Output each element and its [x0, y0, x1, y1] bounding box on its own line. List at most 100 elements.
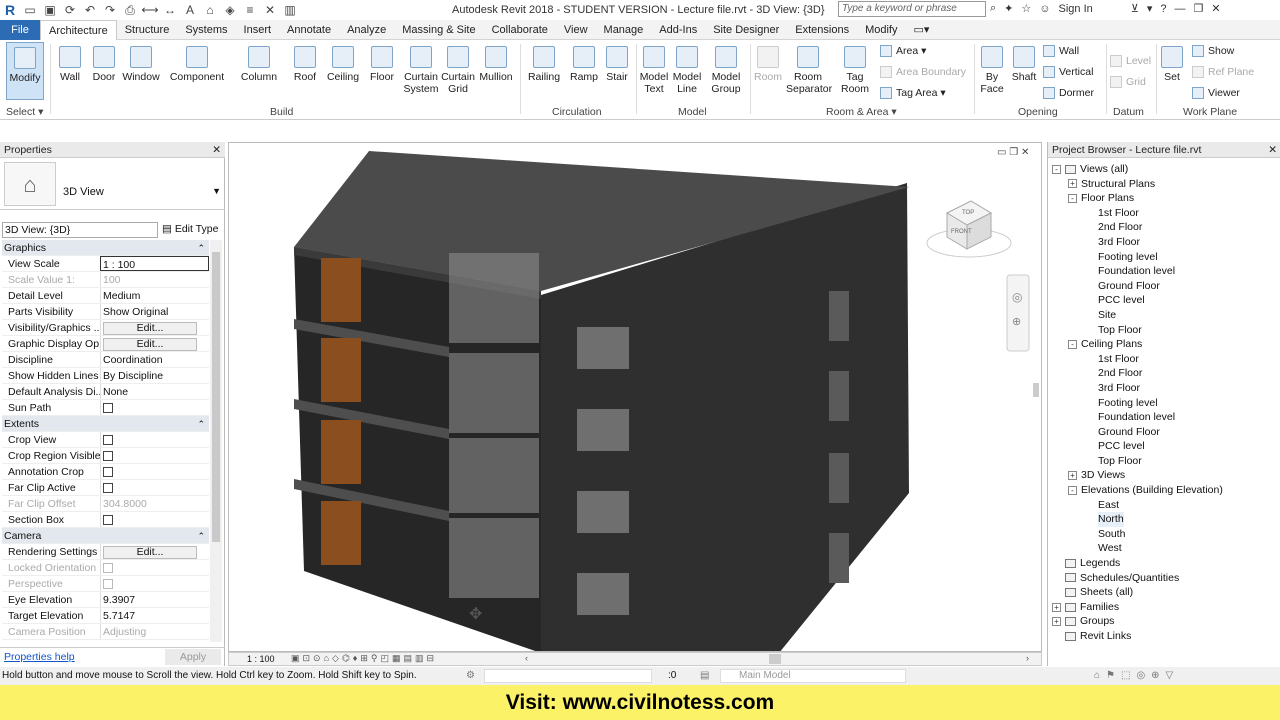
property-group[interactable]: Extents ⌃: [2, 416, 209, 432]
door-button[interactable]: Door: [88, 46, 120, 83]
edit-button[interactable]: Edit...: [103, 322, 197, 335]
property-value[interactable]: Edit...: [100, 336, 209, 351]
property-value[interactable]: [100, 480, 209, 495]
browser-node[interactable]: 1st Floor: [1052, 352, 1280, 367]
room-button[interactable]: Room: [752, 46, 784, 83]
3d-view-canvas[interactable]: ✥ TOP FRONT ◎ ⊕ ▭ ❐ ✕: [228, 142, 1042, 653]
browser-node[interactable]: + Families: [1052, 600, 1280, 615]
browser-node[interactable]: Sheets (all): [1052, 585, 1280, 600]
shaft-button[interactable]: Shaft: [1008, 46, 1040, 83]
railing-button[interactable]: Railing: [524, 46, 564, 83]
collapse-icon[interactable]: -: [1068, 193, 1077, 203]
browser-node[interactable]: +3D Views: [1052, 468, 1280, 483]
scrollbar-thumb[interactable]: [212, 252, 220, 542]
browser-node[interactable]: 3rd Floor: [1052, 235, 1280, 250]
browser-node[interactable]: - Ceiling Plans: [1052, 337, 1280, 352]
browser-node[interactable]: - Floor Plans: [1052, 191, 1280, 206]
browser-node[interactable]: North: [1052, 512, 1280, 527]
room-area-panel-label[interactable]: Room & Area ▾: [826, 106, 897, 118]
save-icon[interactable]: ▣: [42, 3, 58, 17]
tab-annotate[interactable]: Annotate: [279, 20, 339, 40]
collapse-icon[interactable]: ⌃: [197, 240, 205, 255]
property-group[interactable]: Camera ⌃: [2, 528, 209, 544]
instance-selector[interactable]: 3D View: {3D}: [2, 222, 158, 238]
collapse-icon[interactable]: ⌃: [197, 416, 205, 431]
browser-node[interactable]: Ground Floor: [1052, 279, 1280, 294]
tab-collaborate[interactable]: Collaborate: [484, 20, 556, 40]
browser-node[interactable]: Legends: [1052, 556, 1280, 571]
property-checkbox[interactable]: [103, 467, 113, 477]
sign-in-link[interactable]: Sign In: [1059, 3, 1093, 15]
property-checkbox[interactable]: [103, 515, 113, 525]
collapse-icon[interactable]: -: [1068, 339, 1077, 349]
h-scroll-thumb[interactable]: [769, 654, 781, 664]
wall-opening-button[interactable]: Wall: [1043, 45, 1079, 57]
browser-node[interactable]: Top Floor: [1052, 454, 1280, 469]
cart-icon[interactable]: ⊻: [1131, 2, 1139, 15]
subscription-icon[interactable]: ✦: [1004, 2, 1013, 15]
open-icon[interactable]: ▭: [22, 3, 38, 17]
area-button[interactable]: Area ▾: [880, 45, 926, 57]
level-button[interactable]: Level: [1110, 55, 1151, 67]
browser-node[interactable]: Schedules/Quantities: [1052, 571, 1280, 586]
tab-add-ins[interactable]: Add-Ins: [651, 20, 705, 40]
view-control-icons[interactable]: ▣⊡⊙⌂◇⌬♦⊞⚲◰▦▤▥⊟: [291, 653, 437, 664]
browser-node[interactable]: PCC level: [1052, 439, 1280, 454]
modify-button[interactable]: Modify: [6, 42, 44, 100]
collapse-icon[interactable]: -: [1068, 485, 1077, 495]
3d-view-icon[interactable]: ⌂: [202, 3, 218, 17]
browser-node[interactable]: East: [1052, 498, 1280, 513]
property-value[interactable]: Edit...: [100, 544, 209, 559]
view-scroll-thumb[interactable]: [1033, 383, 1039, 397]
ref-plane-button[interactable]: Ref Plane: [1192, 66, 1254, 78]
tab-analyze[interactable]: Analyze: [339, 20, 394, 40]
edit-button[interactable]: Edit...: [103, 546, 197, 559]
print-icon[interactable]: ⎙: [122, 3, 138, 17]
chevron-down-icon[interactable]: ▼: [212, 186, 221, 196]
browser-node[interactable]: Revit Links: [1052, 629, 1280, 644]
exchange-icon[interactable]: ▾: [1147, 2, 1153, 15]
help-icon[interactable]: ?: [1160, 3, 1166, 15]
panel-toggle-icon[interactable]: ▭▾: [905, 20, 937, 40]
text-icon[interactable]: A: [182, 3, 198, 17]
tab-structure[interactable]: Structure: [117, 20, 178, 40]
tab-systems[interactable]: Systems: [177, 20, 235, 40]
edit-type-button[interactable]: ▤ Edit Type: [162, 223, 218, 235]
model-line-button[interactable]: Model Line: [672, 46, 702, 95]
area-boundary-button[interactable]: Area Boundary: [880, 66, 966, 78]
browser-node[interactable]: PCC level: [1052, 293, 1280, 308]
browser-node[interactable]: Top Floor: [1052, 323, 1280, 338]
property-value[interactable]: [100, 432, 209, 447]
browser-node[interactable]: West: [1052, 541, 1280, 556]
sync-icon[interactable]: ⟳: [62, 3, 78, 17]
tag-room-button[interactable]: Tag Room: [838, 46, 872, 95]
collapse-icon[interactable]: -: [1052, 164, 1061, 174]
property-value[interactable]: [100, 464, 209, 479]
property-value[interactable]: [100, 512, 209, 527]
redo-icon[interactable]: ↷: [102, 3, 118, 17]
search-input[interactable]: Type a keyword or phrase: [838, 1, 986, 17]
grid-button[interactable]: Grid: [1110, 76, 1146, 88]
worksets-icon[interactable]: ⚙: [466, 667, 475, 685]
switch-windows-icon[interactable]: ▥: [282, 3, 298, 17]
expand-icon[interactable]: +: [1052, 617, 1061, 627]
property-value[interactable]: 1 : 100: [100, 256, 209, 271]
close-hidden-icon[interactable]: ✕: [262, 3, 278, 17]
property-value[interactable]: Edit...: [100, 320, 209, 335]
select-dropdown[interactable]: Select ▾: [6, 106, 43, 118]
property-value[interactable]: 9.3907: [100, 592, 209, 607]
browser-node[interactable]: - Elevations (Building Elevation): [1052, 483, 1280, 498]
user-icon[interactable]: ☺: [1039, 3, 1050, 15]
browser-node[interactable]: Ground Floor: [1052, 425, 1280, 440]
browser-node[interactable]: Foundation level: [1052, 264, 1280, 279]
close-button[interactable]: ✕: [1211, 2, 1220, 15]
close-icon[interactable]: ✕: [212, 142, 221, 158]
wall-button[interactable]: Wall: [54, 46, 86, 83]
expand-icon[interactable]: +: [1052, 602, 1061, 612]
ceiling-button[interactable]: Ceiling: [324, 46, 362, 83]
browser-node[interactable]: 2nd Floor: [1052, 220, 1280, 235]
property-checkbox[interactable]: [103, 435, 113, 445]
workset-field[interactable]: [484, 669, 652, 683]
browser-node[interactable]: Site: [1052, 308, 1280, 323]
browser-node[interactable]: 3rd Floor: [1052, 381, 1280, 396]
